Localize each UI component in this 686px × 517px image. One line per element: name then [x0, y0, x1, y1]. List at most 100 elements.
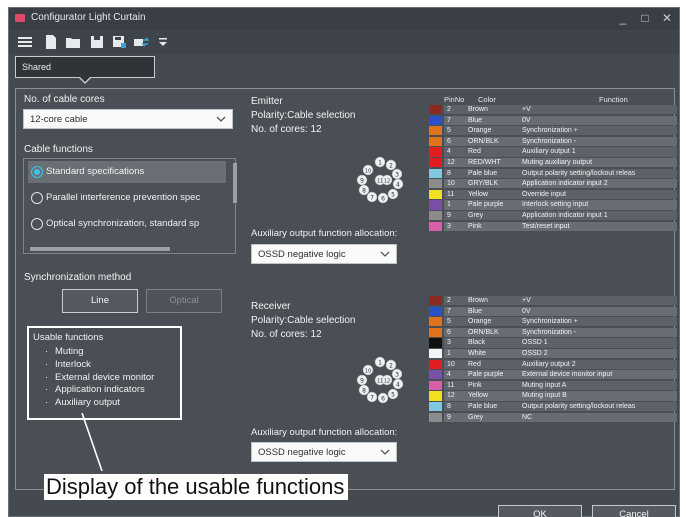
pin-function: Test/reset input: [522, 222, 570, 230]
header-function: Function: [599, 95, 628, 104]
pin-row: 8 Pale blue Output polarity setting/lockou…: [429, 402, 677, 412]
pin-row: 10 GRY/BLK Application indicator input 2: [429, 179, 677, 189]
pin-function: 0V: [522, 307, 531, 315]
pin-number: 5: [447, 127, 451, 135]
profile-caret: [79, 77, 91, 84]
receiver-aux-select[interactable]: OSSD negative logic: [251, 442, 397, 462]
pin-function: OSSD 1: [522, 339, 548, 347]
cable-function-parallel[interactable]: Parallel interference prevention spec: [28, 187, 226, 209]
usable-functions-title: Usable functions: [33, 332, 104, 343]
pin-row-cells: 2 Brown +V: [444, 105, 677, 115]
pin-function: Synchronization +: [522, 318, 578, 326]
dropdown-icon[interactable]: [155, 34, 171, 50]
receiver-title: Receiver: [251, 301, 291, 312]
transfer-icon[interactable]: [133, 34, 149, 50]
pin-function: +V: [522, 106, 531, 113]
maximize-button[interactable]: □: [639, 10, 651, 26]
wire-color-swatch: [429, 136, 442, 146]
header-pin: PinNo: [444, 95, 465, 104]
wire-color: Black: [468, 339, 486, 347]
menu-icon[interactable]: [17, 34, 33, 50]
wire-color: Yellow: [468, 392, 488, 400]
pin-row-cells: 12 RED/WHT Muting auxiliary output: [444, 158, 677, 168]
minimize-button[interactable]: _: [617, 10, 629, 26]
pin-row: 7 Blue 0V: [429, 115, 677, 125]
pin-number: 10: [447, 360, 455, 368]
pin-number: 12: [447, 392, 455, 400]
horizontal-scrollbar[interactable]: [30, 247, 170, 251]
cable-function-standard[interactable]: Standard specifications: [28, 161, 226, 183]
cable-cores-label: No. of cable cores: [24, 94, 105, 105]
wire-color: Brown: [468, 297, 488, 304]
wire-color: Orange: [468, 127, 492, 135]
wire-color: Pale purple: [468, 371, 504, 379]
callout-pointer-line: [81, 413, 103, 471]
pin-number: 11: [447, 190, 455, 198]
connector-pin-label: 12: [384, 378, 390, 384]
cancel-button[interactable]: Cancel: [592, 505, 676, 517]
wire-color: Grey: [468, 413, 484, 421]
wire-color-swatch: [429, 179, 442, 189]
pin-row-cells: 8 Pale blue Output polarity setting/lockou…: [444, 168, 677, 178]
cable-function-optical[interactable]: Optical synchronization, standard sp: [28, 213, 226, 235]
usable-function-item: External device monitor: [45, 372, 154, 385]
connector-pin-label: 8: [362, 387, 366, 394]
pin-row: 8 Pale blue Output polarity setting/lockou…: [429, 168, 677, 178]
wire-color: Pink: [468, 222, 482, 230]
wire-color: Yellow: [468, 190, 488, 198]
emitter-aux-value: OSSD negative logic: [258, 249, 346, 260]
pin-function: Output polarity setting/lockout releas: [522, 169, 636, 177]
emitter-aux-select[interactable]: OSSD negative logic: [251, 244, 397, 264]
new-file-icon[interactable]: [43, 34, 59, 50]
wire-color: RED/WHT: [468, 159, 501, 166]
pin-function: 0V: [522, 116, 531, 124]
usable-function-item: Muting: [45, 346, 154, 359]
cable-cores-select[interactable]: 12-core cable: [23, 109, 233, 129]
pin-row: 4 Pale purple External device monitor inpu…: [429, 370, 677, 380]
open-folder-icon[interactable]: [65, 34, 81, 50]
wire-color-swatch: [429, 115, 442, 125]
wire-color: GRY/BLK: [468, 180, 499, 188]
close-button[interactable]: ✕: [661, 10, 673, 26]
connector-pin-label: 6: [381, 195, 385, 202]
toolbar: [9, 30, 679, 54]
pin-number: 8: [447, 403, 451, 410]
connector-pin-label: 7: [370, 394, 374, 401]
connector-pin-label: 9: [360, 177, 364, 184]
save-icon[interactable]: [89, 34, 105, 50]
wire-color-swatch: [429, 391, 442, 401]
pin-row-cells: 8 Pale blue Output polarity setting/lockou…: [444, 402, 677, 412]
connector-pin-label: 3: [395, 371, 399, 378]
pin-row-cells: 7 Blue 0V: [444, 306, 677, 316]
pin-number: 3: [447, 222, 451, 230]
configurator-window: Configurator Light Curtain _ □ ✕ Shared: [8, 7, 680, 517]
pin-row-cells: 10 GRY/BLK Application indicator input 2: [444, 179, 677, 189]
wire-color-swatch: [429, 359, 442, 369]
pin-row: 6 ORN/BLK Synchronization -: [429, 327, 677, 337]
pin-row: 2 Brown +V: [429, 296, 677, 306]
save-as-icon[interactable]: [111, 34, 127, 50]
pin-number: 6: [447, 328, 451, 336]
wire-color: White: [468, 350, 486, 357]
pin-number: 2: [447, 106, 451, 113]
wire-color: Pale blue: [468, 169, 498, 177]
pin-row: 2 Brown +V: [429, 105, 677, 115]
chevron-down-icon: [216, 114, 226, 124]
line-button[interactable]: Line: [62, 289, 138, 313]
pin-row: 6 ORN/BLK Synchronization -: [429, 136, 677, 146]
pin-function: Synchronization +: [522, 127, 578, 135]
wire-color: Pink: [468, 381, 482, 389]
wire-color: Pale purple: [468, 201, 504, 209]
emitter-cores: No. of cores: 12: [251, 124, 322, 135]
wire-color-swatch: [429, 147, 442, 157]
ok-button[interactable]: OK: [498, 505, 582, 517]
connector-pin-label: 1: [378, 159, 382, 166]
wire-color: Orange: [468, 318, 492, 326]
wire-color-swatch: [429, 349, 442, 359]
usable-function-item: Application indicators: [45, 384, 154, 397]
profile-tab[interactable]: Shared: [15, 56, 155, 78]
vertical-scrollbar[interactable]: [233, 163, 237, 203]
pin-number: 12: [447, 159, 455, 166]
wire-color-swatch: [429, 370, 442, 380]
optical-button[interactable]: Optical: [146, 289, 222, 313]
